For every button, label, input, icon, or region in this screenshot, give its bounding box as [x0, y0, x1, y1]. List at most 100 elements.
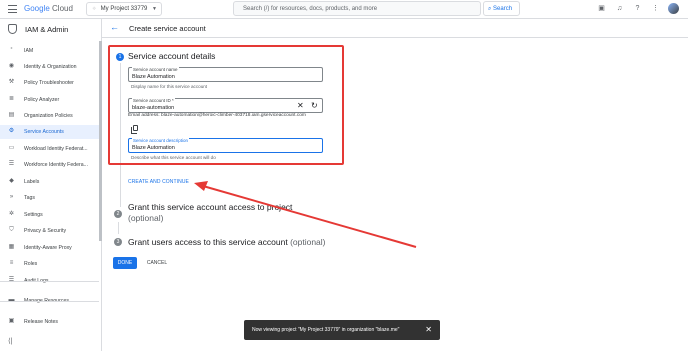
refresh-icon[interactable]: ↻: [311, 101, 318, 110]
service-account-name-field[interactable]: Service account name Blaze Automation: [128, 67, 323, 82]
sidebar-item-release-notes[interactable]: ▣ Release Notes: [0, 315, 99, 329]
sidebar-item-policy-analyzer[interactable]: ≣ Policy Analyzer: [0, 93, 99, 107]
step-connector-line: [120, 63, 121, 163]
create-and-continue-button[interactable]: CREATE AND CONTINUE: [128, 177, 194, 188]
account-circle-icon: ◉: [8, 63, 15, 69]
sidebar-item-tags[interactable]: » Tags: [0, 191, 99, 205]
bell-icon[interactable]: ♫: [615, 4, 624, 13]
step-3-number: 3: [114, 238, 122, 246]
step-1-number: 1: [116, 53, 124, 61]
name-hint: Display name for this service account: [131, 84, 208, 89]
toast-message: Now viewing project "My Project 33779" i…: [252, 327, 400, 333]
field-label: Service account description: [132, 138, 190, 143]
close-icon[interactable]: ✕: [425, 325, 432, 334]
sidebar-item-organization-policies[interactable]: ▤ Organization Policies: [0, 109, 99, 123]
field-value: Blaze Automation: [132, 74, 175, 80]
list-icon: ☰: [8, 161, 15, 167]
done-button[interactable]: DONE: [113, 257, 137, 269]
sidebar-item-label: Policy Analyzer: [24, 97, 60, 103]
sidebar: IAM & Admin ⁺ IAM ◉ Identity & Organization…: [0, 19, 102, 351]
collapse-sidebar-icon[interactable]: ⟨|: [8, 337, 13, 345]
sidebar-item-label: IAM: [24, 48, 34, 54]
sidebar-divider: [0, 281, 99, 282]
step-3-optional: (optional): [290, 237, 326, 247]
shield-icon: ⛉: [9, 227, 14, 233]
step-2-title[interactable]: Grant this service account access to pro…: [128, 202, 292, 212]
field-label: Service account name: [132, 67, 179, 72]
menu-icon[interactable]: [8, 5, 17, 13]
roles-icon: ≡: [9, 260, 14, 266]
service-account-id-field[interactable]: Service account ID * blaze-automation ✕ …: [128, 98, 323, 113]
sidebar-item-iam[interactable]: ⁺ IAM: [0, 44, 99, 58]
sidebar-item-label: Organization Policies: [24, 113, 73, 119]
copy-icon[interactable]: [131, 125, 138, 134]
proxy-icon: ▦: [8, 244, 15, 250]
gear-icon: ✲: [8, 211, 15, 217]
description-hint: Describe what this service account will …: [131, 155, 216, 160]
step-1-title: Service account details: [128, 51, 216, 61]
step-2-number: 2: [114, 210, 122, 218]
top-bar: Google Cloud ⁘ My Project 33779 ▼ Search…: [0, 0, 688, 19]
sidebar-item-label: Identity & Organization: [24, 64, 77, 70]
sidebar-item-label: Policy Troubleshooter: [24, 80, 74, 86]
more-vert-icon[interactable]: ⋮: [651, 4, 660, 13]
sidebar-item-workforce-identity-federa[interactable]: ☰ Workforce Identity Federa...: [0, 158, 99, 172]
field-value: Blaze Automation: [132, 145, 175, 151]
logo-google: Google: [24, 4, 50, 13]
avatar[interactable]: [668, 3, 679, 14]
person-add-icon: ⁺: [9, 47, 14, 53]
arrow-head: [194, 181, 208, 191]
search-placeholder: Search (/) for resources, docs, products…: [243, 6, 378, 12]
cloud-shell-icon[interactable]: ▣: [597, 4, 606, 13]
sidebar-item-label: Release Notes: [24, 319, 59, 325]
sidebar-item-label: Labels: [24, 179, 40, 185]
chevron-down-icon: ▼: [152, 6, 157, 12]
sidebar-item-label: Service Accounts: [24, 129, 64, 135]
help-icon[interactable]: ?: [633, 4, 642, 13]
sidebar-item-workload-identity-federat[interactable]: ▭ Workload Identity Federat...: [0, 142, 99, 156]
cancel-button[interactable]: CANCEL: [146, 257, 168, 269]
step-3-title-text: Grant users access to this service accou…: [128, 237, 288, 247]
document-icon: ▤: [8, 112, 15, 118]
sidebar-item-label: Identity-Aware Proxy: [24, 245, 72, 251]
project-selector[interactable]: ⁘ My Project 33779 ▼: [86, 2, 162, 16]
sidebar-item-identity-organization[interactable]: ◉ Identity & Organization: [0, 60, 99, 74]
sidebar-scrollbar[interactable]: [99, 41, 102, 241]
step-connector-line: [120, 165, 121, 207]
label-icon: ◆: [9, 178, 14, 184]
back-arrow-icon[interactable]: ←: [110, 22, 119, 32]
step-2-optional: (optional): [128, 213, 164, 223]
search-list-icon: ≣: [8, 96, 15, 102]
project-name: My Project 33779: [100, 6, 148, 12]
sidebar-item-identity-aware-proxy[interactable]: ▦ Identity-Aware Proxy: [0, 241, 99, 255]
email-address-text: Email address: blaze-automation@heroic-c…: [128, 113, 306, 118]
tag-icon: »: [9, 194, 14, 200]
service-account-description-field[interactable]: Service account description Blaze Automa…: [128, 138, 323, 153]
sidebar-item-label: Tags: [24, 195, 35, 201]
search-button-label: Search: [493, 6, 513, 12]
sidebar-item-policy-troubleshooter[interactable]: ⚒ Policy Troubleshooter: [0, 76, 99, 90]
search-button[interactable]: ⌕ Search: [483, 1, 520, 16]
sidebar-divider: [0, 301, 99, 302]
page-title: Create service account: [129, 24, 206, 33]
badge-icon: ▭: [8, 145, 15, 151]
sidebar-item-label: Workforce Identity Federa...: [24, 162, 88, 168]
sidebar-item-labels[interactable]: ◆ Labels: [0, 175, 99, 189]
field-value: blaze-automation: [132, 105, 175, 111]
sidebar-item-roles[interactable]: ≡ Roles: [0, 257, 99, 271]
search-input[interactable]: Search (/) for resources, docs, products…: [233, 1, 481, 16]
google-cloud-logo[interactable]: Google Cloud: [24, 4, 73, 13]
clear-icon[interactable]: ✕: [297, 101, 304, 110]
sidebar-title: IAM & Admin: [8, 24, 68, 34]
sidebar-item-service-accounts[interactable]: ⚙ Service Accounts: [0, 125, 99, 139]
service-account-icon: ⚙: [8, 128, 15, 134]
sidebar-item-privacy-security[interactable]: ⛉ Privacy & Security: [0, 224, 99, 238]
step-3-title[interactable]: Grant users access to this service accou…: [128, 237, 326, 247]
sidebar-item-label: Privacy & Security: [24, 228, 67, 234]
sidebar-item-settings[interactable]: ✲ Settings: [0, 208, 99, 222]
sidebar-item-label: Workload Identity Federat...: [24, 146, 88, 152]
toast-notification: Now viewing project "My Project 33779" i…: [244, 320, 440, 340]
shield-icon: [8, 24, 17, 34]
annotation-arrow: [194, 181, 417, 248]
logo-cloud: Cloud: [52, 4, 73, 13]
